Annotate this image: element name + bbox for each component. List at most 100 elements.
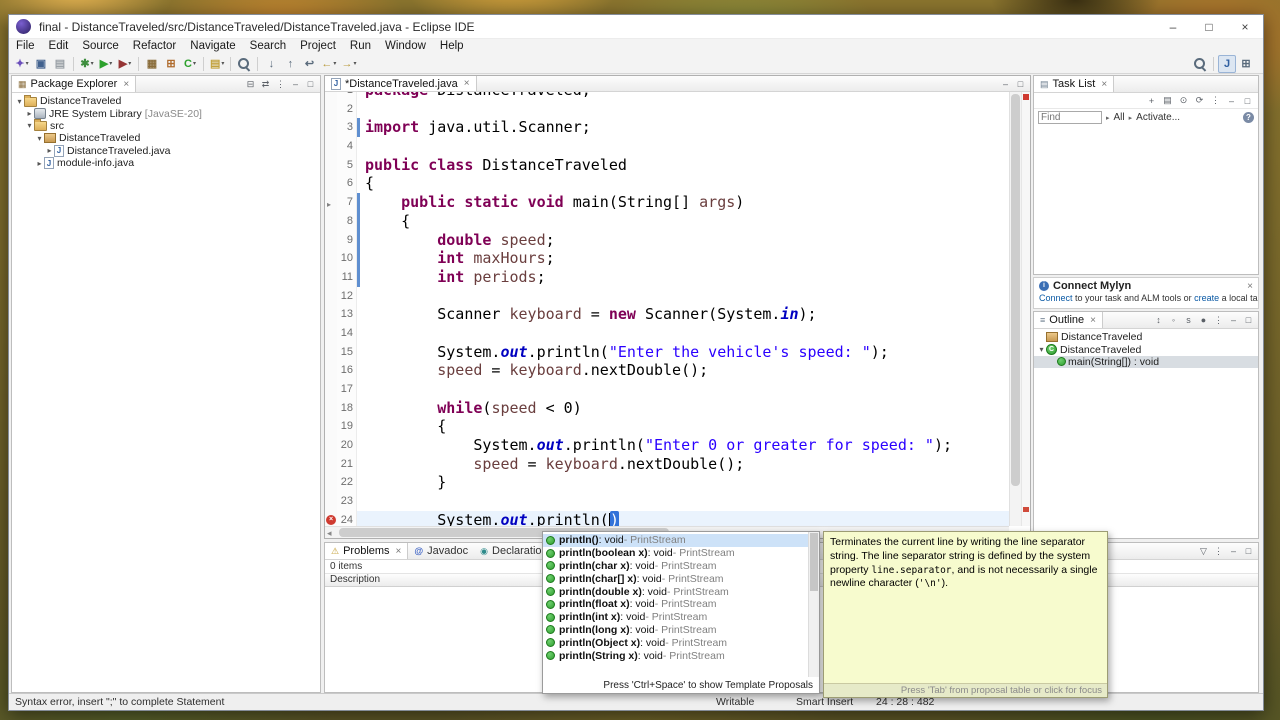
code-line-13[interactable]: 13 Scanner keyboard = new Scanner(System… [325, 305, 1009, 324]
maximize-icon[interactable]: □ [1241, 544, 1256, 558]
tree-item-distancetraveled[interactable]: ▾DistanceTraveled [12, 95, 320, 107]
maximize-button[interactable]: □ [1191, 15, 1227, 38]
code-line-text[interactable]: while(speed < 0) [357, 399, 1009, 418]
categorized-icon[interactable]: ▤ [1160, 94, 1175, 108]
code-editor[interactable]: 1package DistanceTraveled;23import java.… [325, 92, 1009, 526]
previous-annotation-icon[interactable]: ↑ [281, 55, 299, 73]
code-line-text[interactable] [357, 137, 1009, 156]
minimize-button[interactable]: – [1155, 15, 1191, 38]
new-wizard-icon[interactable]: ✦▾ [13, 55, 31, 73]
code-line-22[interactable]: 22 } [325, 473, 1009, 492]
dropdown-arrow-icon[interactable]: ▾ [109, 60, 112, 67]
view-menu-icon[interactable]: ⋮ [1211, 313, 1226, 327]
code-line-10[interactable]: 10 int maxHours; [325, 249, 1009, 268]
dropdown-arrow-icon[interactable]: ▾ [221, 60, 224, 67]
new-class-icon[interactable]: C▾ [181, 55, 199, 73]
code-line-9[interactable]: 9 double speed; [325, 231, 1009, 250]
filter-icon[interactable]: ▽ [1196, 544, 1211, 558]
completion-item[interactable]: println(int x) : void - PrintStream [543, 611, 808, 624]
forward-icon[interactable]: →▾ [339, 55, 358, 73]
code-line-text[interactable] [357, 100, 1009, 119]
code-line-text[interactable] [357, 324, 1009, 343]
search-icon[interactable] [235, 55, 253, 73]
expander-closed-icon[interactable]: ▸ [25, 109, 34, 118]
minimize-icon[interactable]: – [998, 77, 1013, 91]
close-icon[interactable]: × [1090, 315, 1096, 326]
code-line-15[interactable]: 15 System.out.println("Enter the vehicle… [325, 343, 1009, 362]
completion-item[interactable]: println(char[] x) : void - PrintStream [543, 572, 808, 585]
tab-javadoc[interactable]: @Javadoc [408, 543, 474, 559]
collapse-all-icon[interactable]: ⊟ [243, 77, 258, 91]
code-line-text[interactable]: System.out.println("Enter the vehicle's … [357, 343, 1009, 362]
package-explorer-tab[interactable]: ▦ Package Explorer × [12, 76, 136, 92]
view-menu-icon[interactable]: ⋮ [273, 77, 288, 91]
completion-item[interactable]: println(Object x) : void - PrintStream [543, 636, 808, 649]
sort-icon[interactable]: ↕ [1151, 313, 1166, 327]
code-line-text[interactable]: int periods; [357, 268, 1009, 287]
code-line-12[interactable]: 12 [325, 287, 1009, 306]
open-task-icon[interactable]: ▤▾ [208, 55, 226, 73]
minimize-icon[interactable]: – [1224, 94, 1239, 108]
quick-search-icon[interactable] [1191, 55, 1209, 73]
tree-item-distancetraveled[interactable]: ▾DistanceTraveled [12, 132, 320, 144]
code-line-text[interactable]: package DistanceTraveled; [357, 92, 1009, 100]
close-button[interactable]: × [1227, 15, 1263, 38]
tree-item-distancetraveled[interactable]: ▾DistanceTraveled [1034, 343, 1258, 355]
back-icon[interactable]: ←▾ [319, 55, 338, 73]
code-line-text[interactable]: { [357, 212, 1009, 231]
completion-item[interactable]: println(String x) : void - PrintStream [543, 649, 808, 662]
java-perspective-icon[interactable]: J [1218, 55, 1236, 73]
expander-open-icon[interactable]: ▾ [15, 97, 24, 106]
code-line-20[interactable]: 20 System.out.println("Enter 0 or greate… [325, 436, 1009, 455]
view-menu-icon[interactable]: ⋮ [1208, 94, 1223, 108]
close-icon[interactable]: × [1247, 281, 1253, 292]
code-line-text[interactable]: speed = keyboard.nextDouble(); [357, 455, 1009, 474]
code-line-7[interactable]: ▸7 public static void main(String[] args… [325, 193, 1009, 212]
maximize-icon[interactable]: □ [1013, 77, 1028, 91]
close-icon[interactable]: × [464, 78, 470, 89]
scrollbar-thumb[interactable] [1011, 94, 1020, 486]
help-icon[interactable]: ? [1243, 112, 1254, 123]
code-line-text[interactable]: public static void main(String[] args) [357, 193, 1009, 212]
close-icon[interactable]: × [1101, 79, 1107, 90]
editor-tab[interactable]: *DistanceTraveled.java × [325, 76, 477, 91]
tree-item-distancetraveled-java[interactable]: ▸DistanceTraveled.java [12, 145, 320, 157]
dropdown-arrow-icon[interactable]: ▾ [91, 60, 94, 67]
debug-icon[interactable]: ✱▾ [78, 55, 96, 73]
code-line-23[interactable]: 23 [325, 492, 1009, 511]
link-editor-icon[interactable]: ⇄ [258, 77, 273, 91]
close-icon[interactable]: × [396, 546, 402, 557]
code-line-text[interactable]: } [357, 473, 1009, 492]
code-line-6[interactable]: 6{ [325, 174, 1009, 193]
tree-item-distancetraveled[interactable]: DistanceTraveled [1034, 331, 1258, 343]
expander-open-icon[interactable]: ▾ [1037, 345, 1046, 354]
save-icon[interactable]: ▣ [32, 55, 50, 73]
menu-item-file[interactable]: File [9, 39, 42, 54]
code-line-text[interactable]: { [357, 417, 1009, 436]
menu-item-window[interactable]: Window [378, 39, 433, 54]
mylyn-link[interactable]: Connect [1039, 293, 1073, 303]
code-line-text[interactable] [357, 380, 1009, 399]
code-line-text[interactable]: speed = keyboard.nextDouble(); [357, 361, 1009, 380]
menu-item-help[interactable]: Help [433, 39, 471, 54]
next-annotation-icon[interactable]: ↓ [262, 55, 280, 73]
code-line-21[interactable]: 21 speed = keyboard.nextDouble(); [325, 455, 1009, 474]
code-line-18[interactable]: 18 while(speed < 0) [325, 399, 1009, 418]
overview-error-marker[interactable] [1023, 507, 1029, 512]
tree-item-jre-system-library[interactable]: ▸JRE System Library [JavaSE-20] [12, 107, 320, 119]
last-edit-location-icon[interactable]: ↩ [300, 55, 318, 73]
chevron-right-icon[interactable]: ▸ [1106, 114, 1110, 122]
minimize-icon[interactable]: – [1226, 313, 1241, 327]
menu-item-source[interactable]: Source [75, 39, 125, 54]
tab-problems[interactable]: ⚠Problems× [325, 543, 408, 559]
coverage-icon[interactable]: ▶▾ [116, 55, 134, 73]
task-find-input[interactable] [1038, 111, 1102, 124]
code-line-4[interactable]: 4 [325, 137, 1009, 156]
editor-vertical-scrollbar[interactable] [1009, 92, 1021, 526]
dropdown-arrow-icon[interactable]: ▾ [193, 60, 196, 67]
scrollbar-thumb[interactable] [810, 533, 818, 591]
expander-closed-icon[interactable]: ▸ [45, 146, 54, 155]
hide-fields-icon[interactable]: ◦ [1166, 313, 1181, 327]
code-line-1[interactable]: 1package DistanceTraveled; [325, 92, 1009, 100]
code-line-24[interactable]: ×24 System.out.println() [325, 511, 1009, 526]
